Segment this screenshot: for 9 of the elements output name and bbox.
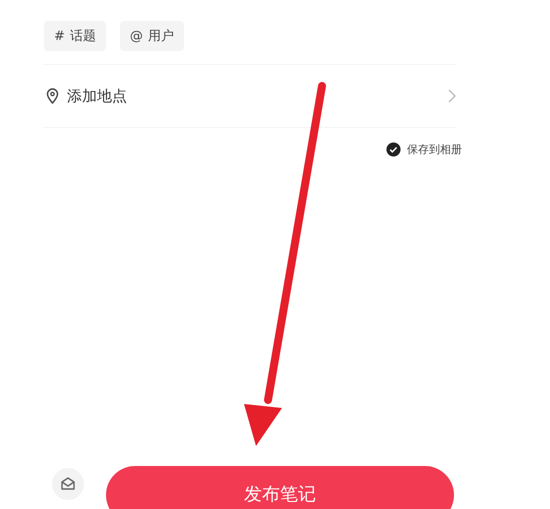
location-pin-icon <box>46 88 59 104</box>
location-label[interactable]: 添加地点 <box>67 86 448 106</box>
publish-button[interactable]: 发布笔记 <box>106 466 454 509</box>
chevron-right-icon <box>448 89 456 103</box>
inbox-icon <box>60 477 76 491</box>
draft-button[interactable] <box>52 468 84 500</box>
tag-button[interactable]: # 话题 <box>44 21 106 51</box>
tag-button[interactable]: @ 用户 <box>120 21 184 51</box>
save-to-album-checkbox[interactable]: 保存到相册 <box>386 142 462 157</box>
